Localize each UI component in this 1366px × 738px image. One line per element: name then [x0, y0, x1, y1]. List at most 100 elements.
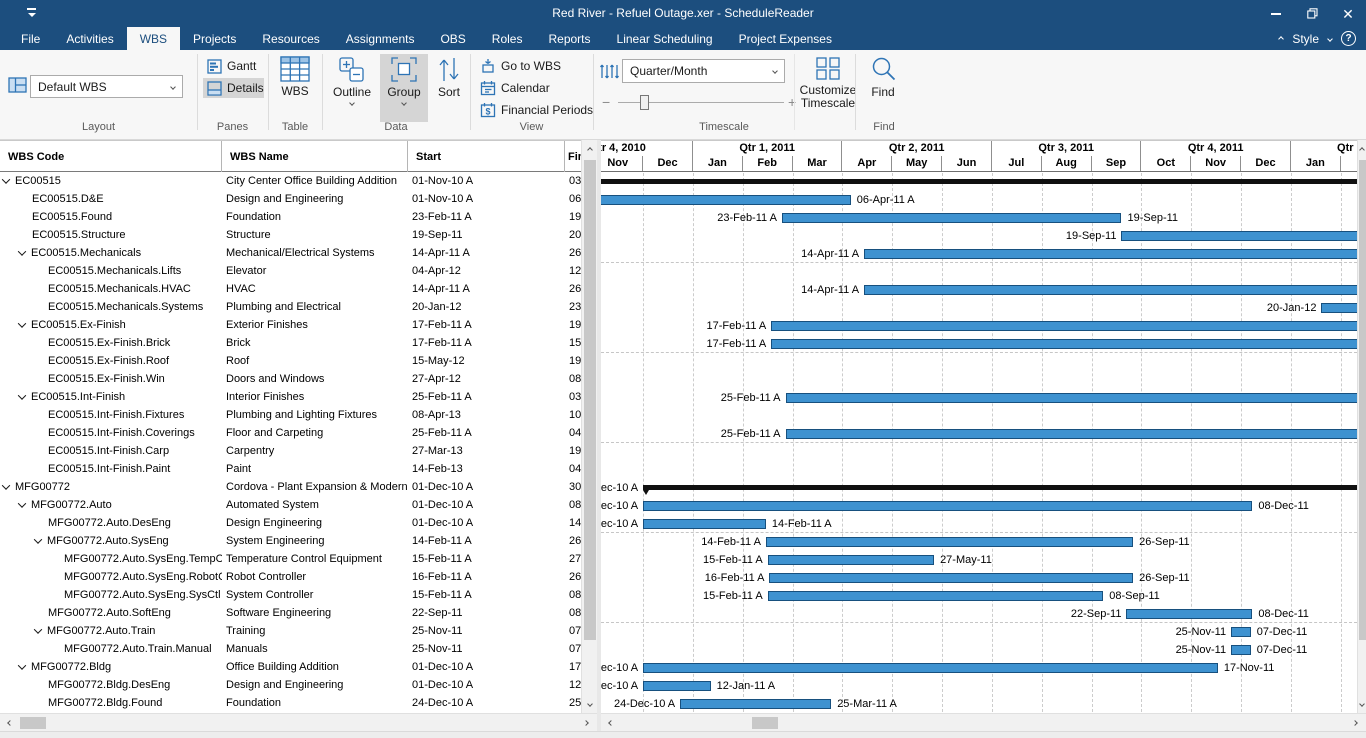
gantt-bar[interactable] [643, 663, 1218, 673]
gantt-summary-bar[interactable] [601, 179, 1357, 184]
table-row[interactable]: MFG00772.Auto.SysEng.TempCtlTemperature … [0, 550, 581, 568]
wbs-table-button[interactable]: WBS [271, 54, 319, 120]
table-row[interactable]: MFG00772.Auto.SysEngSystem Engineering14… [0, 532, 581, 550]
sort-button[interactable]: Sort [430, 54, 468, 122]
table-row[interactable]: EC00515City Center Office Building Addit… [0, 172, 581, 190]
gantt-bar[interactable] [768, 555, 934, 565]
table-row[interactable]: EC00515.Int-Finish.PaintPaint14-Feb-1304… [0, 460, 581, 478]
gantt-bar[interactable] [1231, 627, 1251, 637]
expand-collapse-caret-icon[interactable] [18, 319, 26, 327]
table-row[interactable]: EC00515.D&EDesign and Engineering01-Nov-… [0, 190, 581, 208]
details-toggle-button[interactable]: Details [203, 78, 264, 98]
restore-button[interactable] [1294, 0, 1330, 27]
tab-assignments[interactable]: Assignments [333, 27, 428, 50]
timescale-zoom-out-button[interactable]: − [602, 95, 610, 109]
table-scroll-left-arrow[interactable] [2, 715, 18, 731]
table-row[interactable]: EC00515.Int-Finish.CarpCarpentry27-Mar-1… [0, 442, 581, 460]
gantt-bar[interactable] [1321, 303, 1357, 313]
gantt-bar[interactable] [643, 519, 766, 529]
gantt-bar[interactable] [771, 321, 1357, 331]
gantt-scroll-left-arrow[interactable] [603, 715, 619, 731]
table-row[interactable]: EC00515.Int-FinishInterior Finishes25-Fe… [0, 388, 581, 406]
gantt-bar[interactable] [1126, 609, 1252, 619]
outline-button[interactable]: Outline [328, 54, 376, 122]
gantt-scroll-right-arrow[interactable] [1347, 715, 1363, 731]
column-header-wbs-code[interactable]: WBS Code [0, 141, 222, 172]
style-dropdown-icon[interactable] [1327, 36, 1333, 42]
group-button[interactable]: Group [380, 54, 428, 122]
financial-periods-button[interactable]: $ Financial Periods [476, 100, 597, 120]
column-header-wbs-name[interactable]: WBS Name [222, 141, 408, 172]
timescale-slider-thumb[interactable] [640, 95, 649, 110]
gantt-bar[interactable] [864, 249, 1357, 259]
table-scroll-down-arrow[interactable] [582, 696, 598, 712]
table-row[interactable]: MFG00772.Bldg.FoundFoundation24-Dec-10 A… [0, 694, 581, 712]
table-row[interactable]: EC00515.Int-Finish.CoveringsFloor and Ca… [0, 424, 581, 442]
gantt-bar[interactable] [864, 285, 1357, 295]
tab-obs[interactable]: OBS [427, 27, 478, 50]
gantt-bar[interactable] [782, 213, 1122, 223]
table-row[interactable]: EC00515.Mechanicals.SystemsPlumbing and … [0, 298, 581, 316]
table-vertical-scroll-thumb[interactable] [584, 160, 596, 640]
collapse-ribbon-icon[interactable] [1278, 36, 1284, 42]
table-row[interactable]: EC00515.Ex-Finish.WinDoors and Windows27… [0, 370, 581, 388]
timescale-combo[interactable]: Quarter/Month [622, 59, 785, 83]
gantt-bar[interactable] [766, 537, 1133, 547]
table-row[interactable]: MFG00772.Auto.TrainTraining25-Nov-1107- [0, 622, 581, 640]
gantt-bar[interactable] [680, 699, 831, 709]
table-row[interactable]: EC00515.Int-Finish.FixturesPlumbing and … [0, 406, 581, 424]
gantt-bar[interactable] [786, 429, 1358, 439]
expand-collapse-caret-icon[interactable] [18, 391, 26, 399]
table-row[interactable]: MFG00772.Auto.SysEng.RobotCtlRobot Contr… [0, 568, 581, 586]
gantt-bar[interactable] [769, 573, 1133, 583]
tab-linear-scheduling[interactable]: Linear Scheduling [604, 27, 726, 50]
tab-wbs[interactable]: WBS [127, 27, 180, 50]
gantt-horizontal-scrollbar[interactable] [601, 713, 1366, 731]
gantt-bar[interactable] [771, 339, 1357, 349]
gantt-scroll-down-arrow[interactable] [1354, 696, 1366, 712]
gantt-toggle-button[interactable]: Gantt [203, 56, 264, 76]
calendar-button[interactable]: Calendar [476, 78, 554, 98]
expand-collapse-caret-icon[interactable] [2, 175, 10, 183]
column-header-finish[interactable]: Fin [565, 141, 581, 172]
table-row[interactable]: EC00515.MechanicalsMechanical/Electrical… [0, 244, 581, 262]
find-button[interactable]: Find [858, 54, 908, 120]
table-row[interactable]: MFG00772.Auto.DesEngDesign Engineering01… [0, 514, 581, 532]
tab-roles[interactable]: Roles [479, 27, 536, 50]
expand-collapse-caret-icon[interactable] [2, 481, 10, 489]
table-row[interactable]: MFG00772.Auto.Train.ManualManuals25-Nov-… [0, 640, 581, 658]
gantt-horizontal-scroll-thumb[interactable] [752, 717, 778, 729]
gantt-bar[interactable] [643, 501, 1252, 511]
gantt-bar[interactable] [1121, 231, 1357, 241]
gantt-summary-bar[interactable] [643, 485, 1357, 490]
table-horizontal-scrollbar[interactable] [0, 713, 597, 731]
table-horizontal-scroll-thumb[interactable] [20, 717, 46, 729]
table-row[interactable]: MFG00772.AutoAutomated System01-Dec-10 A… [0, 496, 581, 514]
minimize-button[interactable] [1258, 0, 1294, 27]
help-button[interactable]: ? [1341, 31, 1356, 46]
expand-collapse-caret-icon[interactable] [34, 535, 42, 543]
table-row[interactable]: MFG00772.Bldg.DesEngDesign and Engineeri… [0, 676, 581, 694]
table-scroll-up-arrow[interactable] [582, 142, 598, 158]
table-row[interactable]: EC00515.StructureStructure19-Sep-1120- [0, 226, 581, 244]
tab-reports[interactable]: Reports [535, 27, 603, 50]
gantt-vertical-scrollbar[interactable] [1357, 140, 1366, 713]
table-row[interactable]: EC00515.Mechanicals.LiftsElevator04-Apr-… [0, 262, 581, 280]
table-row[interactable]: EC00515.FoundFoundation23-Feb-11 A19- [0, 208, 581, 226]
gantt-scroll-up-arrow[interactable] [1354, 142, 1366, 158]
tab-resources[interactable]: Resources [249, 27, 332, 50]
table-row[interactable]: MFG00772Cordova - Plant Expansion & Mode… [0, 478, 581, 496]
tab-project-expenses[interactable]: Project Expenses [726, 27, 845, 50]
expand-collapse-caret-icon[interactable] [18, 247, 26, 255]
table-row[interactable]: EC00515.Mechanicals.HVACHVAC14-Apr-11 A2… [0, 280, 581, 298]
close-button[interactable]: ✕ [1330, 0, 1366, 27]
gantt-bar[interactable] [643, 681, 711, 691]
table-row[interactable]: EC00515.Ex-FinishExterior Finishes17-Feb… [0, 316, 581, 334]
gantt-bar[interactable] [768, 591, 1104, 601]
gantt-bar[interactable] [786, 393, 1358, 403]
tab-activities[interactable]: Activities [53, 27, 126, 50]
style-menu-button[interactable]: Style [1292, 32, 1319, 46]
table-vertical-scrollbar[interactable] [581, 140, 597, 713]
expand-collapse-caret-icon[interactable] [18, 499, 26, 507]
layout-combo[interactable]: Default WBS [30, 75, 183, 98]
